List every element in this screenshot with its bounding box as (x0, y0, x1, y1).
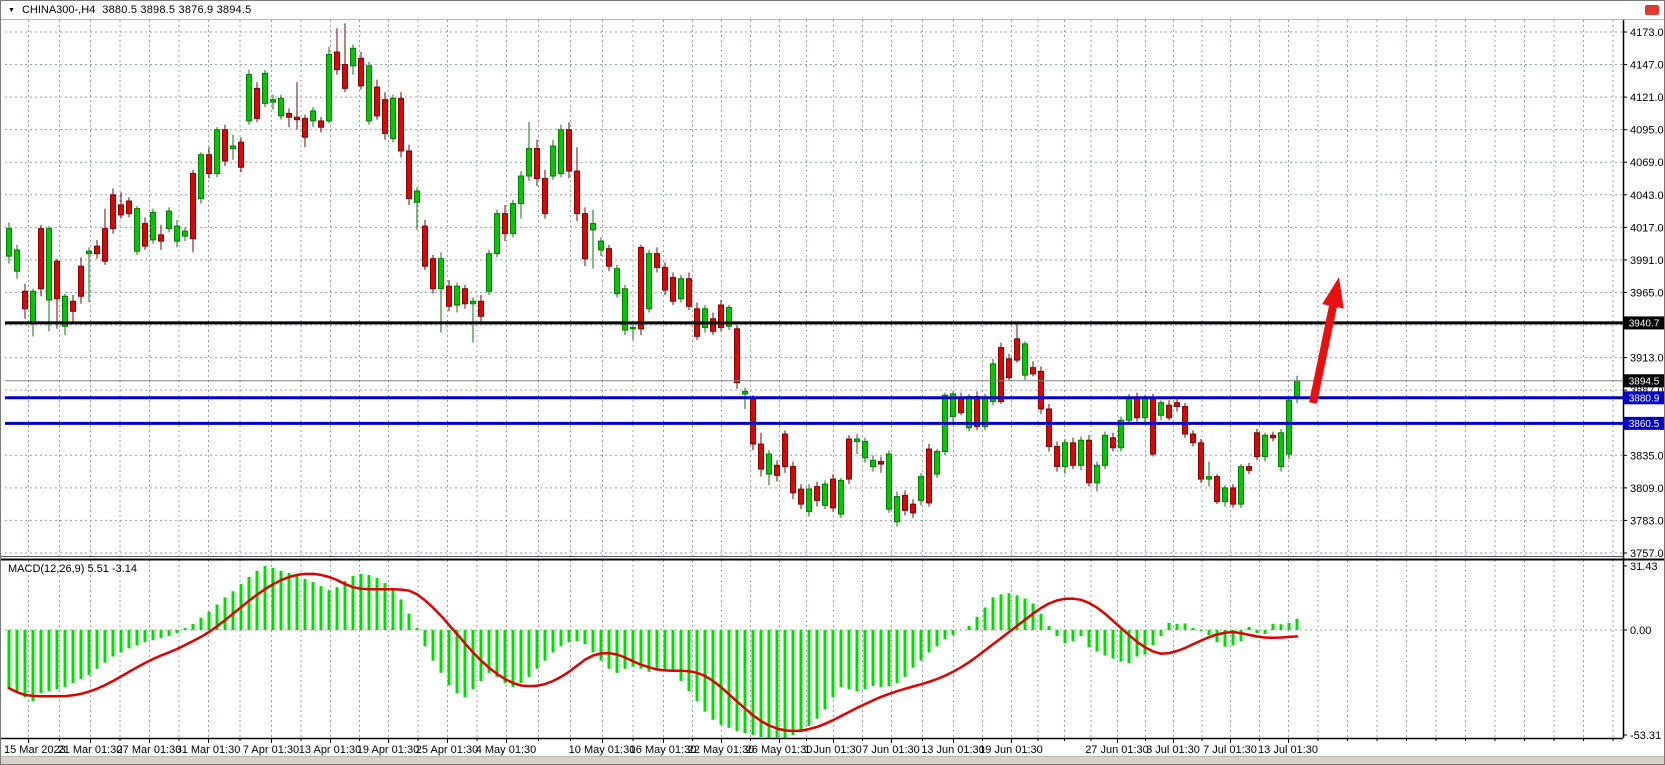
svg-text:15 Mar 2023: 15 Mar 2023 (4, 744, 66, 756)
svg-text:27 Mar 01:30: 27 Mar 01:30 (117, 744, 182, 756)
svg-text:25 Apr 01:30: 25 Apr 01:30 (416, 744, 478, 756)
svg-text:19 Jun 01:30: 19 Jun 01:30 (979, 744, 1043, 756)
svg-text:0.00: 0.00 (1630, 625, 1651, 637)
svg-text:3991.0: 3991.0 (1630, 255, 1664, 267)
svg-text:26 May 01:30: 26 May 01:30 (746, 744, 813, 756)
svg-text:3965.0: 3965.0 (1630, 287, 1664, 299)
svg-text:1 Jun 01:30: 1 Jun 01:30 (804, 744, 862, 756)
svg-text:31.43: 31.43 (1630, 561, 1658, 573)
chart-title-symbol: CHINA300-,H4 (22, 4, 95, 16)
svg-text:4173.0: 4173.0 (1630, 27, 1664, 39)
svg-text:31 Mar 01:30: 31 Mar 01:30 (176, 744, 241, 756)
svg-text:16 May 01:30: 16 May 01:30 (630, 744, 697, 756)
svg-text:7 Apr 01:30: 7 Apr 01:30 (243, 744, 299, 756)
svg-text:3809.0: 3809.0 (1630, 483, 1664, 495)
svg-text:7 Jun 01:30: 7 Jun 01:30 (862, 744, 920, 756)
svg-text:3894.5: 3894.5 (1629, 376, 1660, 387)
svg-text:3880.9: 3880.9 (1629, 393, 1660, 404)
svg-text:10 May 01:30: 10 May 01:30 (569, 744, 636, 756)
svg-text:3 Jul 01:30: 3 Jul 01:30 (1146, 744, 1200, 756)
time-axis[interactable]: 15 Mar 202321 Mar 01:3027 Mar 01:3031 Ma… (4, 738, 1613, 756)
svg-text:3940.7: 3940.7 (1629, 318, 1660, 329)
svg-text:4147.0: 4147.0 (1630, 60, 1664, 72)
svg-text:3783.0: 3783.0 (1630, 515, 1664, 527)
horizontal-level-lines (5, 323, 1623, 423)
macd-indicator-label: MACD(12,26,9) 5.51 -3.14 (8, 563, 137, 575)
svg-text:7 Jul 01:30: 7 Jul 01:30 (1203, 744, 1257, 756)
chart-window: ▼ CHINA300-,H4 3880.5 3898.5 3876.9 3894… (0, 0, 1665, 765)
svg-text:22 May 01:30: 22 May 01:30 (688, 744, 755, 756)
macd-label-name: MACD(12,26,9) (8, 563, 84, 575)
svg-text:4095.0: 4095.0 (1630, 125, 1664, 137)
svg-text:4043.0: 4043.0 (1630, 190, 1664, 202)
svg-text:21 Mar 01:30: 21 Mar 01:30 (58, 744, 123, 756)
svg-text:13 Jul 01:30: 13 Jul 01:30 (1258, 744, 1318, 756)
svg-text:3835.0: 3835.0 (1630, 450, 1664, 462)
price-level-tags: 3940.7 3894.5 3880.9 3860.5 (1624, 316, 1664, 429)
svg-text:27 Jun 01:30: 27 Jun 01:30 (1085, 744, 1149, 756)
svg-text:-53.31: -53.31 (1630, 730, 1661, 742)
macd-label-values: 5.51 -3.14 (87, 563, 137, 575)
symbol-dropdown-icon[interactable]: ▼ (8, 7, 15, 14)
svg-text:13 Apr 01:30: 13 Apr 01:30 (299, 744, 361, 756)
svg-text:3757.0: 3757.0 (1630, 548, 1664, 560)
svg-text:3860.5: 3860.5 (1629, 419, 1660, 430)
svg-text:19 Apr 01:30: 19 Apr 01:30 (357, 744, 419, 756)
window-bottom-strip (1, 756, 1664, 764)
chart-canvas[interactable]: 4173.0 4147.0 4121.0 4095.0 4069.0 4043.0 4017… (1, 1, 1664, 764)
macd-histogram (8, 566, 1299, 739)
svg-text:4069.0: 4069.0 (1630, 157, 1664, 169)
candlestick-series (7, 23, 1300, 526)
corner-red-icon[interactable] (1645, 5, 1659, 15)
svg-text:4121.0: 4121.0 (1630, 92, 1664, 104)
svg-text:4017.0: 4017.0 (1630, 222, 1664, 234)
svg-text:4 May 01:30: 4 May 01:30 (476, 744, 537, 756)
chart-title-ohlc: 3880.5 3898.5 3876.9 3894.5 (102, 4, 251, 16)
chart-title-bar: ▼ CHINA300-,H4 3880.5 3898.5 3876.9 3894… (1, 1, 1664, 20)
svg-text:3913.0: 3913.0 (1630, 353, 1664, 365)
svg-text:13 Jun 01:30: 13 Jun 01:30 (921, 744, 985, 756)
